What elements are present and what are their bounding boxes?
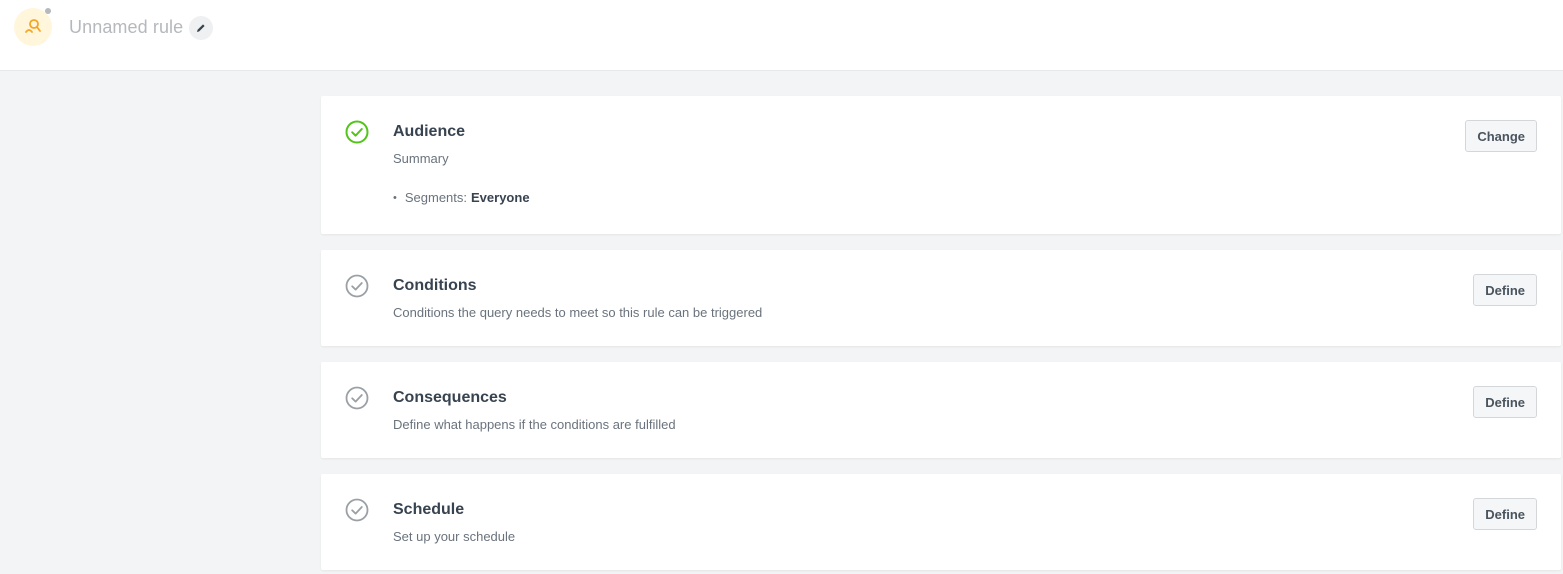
summary-segments: • Segments: Everyone <box>393 190 530 205</box>
schedule-section: Schedule Set up your schedule Define <box>321 474 1561 570</box>
rule-name-title[interactable]: Unnamed rule <box>69 17 183 38</box>
pencil-icon <box>197 24 205 32</box>
section-title: Consequences <box>393 389 507 406</box>
status-dot <box>45 8 51 14</box>
define-consequences-button[interactable]: Define <box>1473 386 1537 418</box>
section-description: Summary <box>393 151 449 166</box>
section-title: Schedule <box>393 501 465 518</box>
check-complete-icon <box>345 120 369 144</box>
page-header: Unnamed rule <box>0 0 1563 71</box>
change-audience-button[interactable]: Change <box>1465 120 1537 152</box>
section-description: Set up your schedule <box>393 529 516 544</box>
consequences-section: Consequences Define what happens if the … <box>321 362 1561 458</box>
audience-rule-icon <box>25 19 41 33</box>
conditions-section: Conditions Conditions the query needs to… <box>321 250 1561 346</box>
edit-rule-name-button[interactable] <box>189 16 213 40</box>
section-description: Conditions the query needs to meet so th… <box>393 305 763 320</box>
define-schedule-button[interactable]: Define <box>1473 498 1537 530</box>
check-incomplete-icon <box>345 498 369 522</box>
check-incomplete-icon <box>345 274 369 298</box>
section-title: Audience <box>393 123 466 140</box>
segments-label: Segments: <box>404 190 468 205</box>
section-title: Conditions <box>393 277 477 294</box>
define-conditions-button[interactable]: Define <box>1473 274 1537 306</box>
section-description: Define what happens if the conditions ar… <box>393 417 676 432</box>
segments-value: Everyone <box>471 190 530 205</box>
check-incomplete-icon <box>345 386 369 410</box>
audience-section: Audience Summary • Segments: Everyone Ch… <box>321 96 1561 234</box>
bullet: • <box>393 191 397 204</box>
